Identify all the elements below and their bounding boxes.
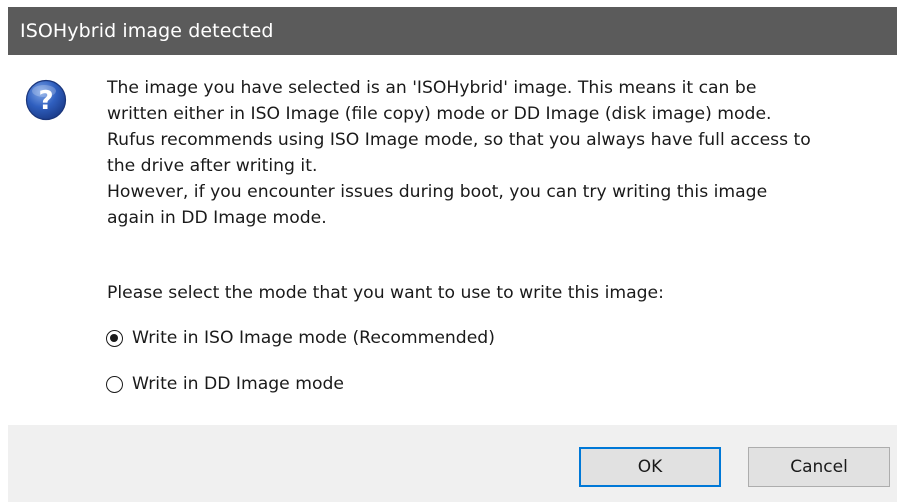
title-bar[interactable]: ISOHybrid image detected	[8, 7, 897, 55]
message-line: the drive after writing it.	[107, 156, 318, 176]
radio-iso-mode-label[interactable]: Write in ISO Image mode (Recommended)	[132, 325, 495, 351]
radio-button-checked[interactable]	[106, 329, 123, 347]
ok-button[interactable]: OK	[579, 447, 721, 487]
cancel-button[interactable]: Cancel	[748, 447, 890, 487]
message-line: again in DD Image mode.	[107, 208, 327, 228]
message-line: Rufus recommends using ISO Image mode, s…	[107, 130, 811, 150]
question-icon: ?	[25, 79, 67, 121]
message-line: The image you have selected is an 'ISOHy…	[107, 78, 757, 98]
radio-dd-mode-label[interactable]: Write in DD Image mode	[132, 371, 344, 397]
window-title: ISOHybrid image detected	[20, 20, 274, 42]
radio-button-unchecked[interactable]	[106, 375, 123, 393]
message-line: However, if you encounter issues during …	[107, 182, 768, 202]
radio-dd-mode[interactable]: Write in DD Image mode	[106, 371, 344, 397]
mode-prompt: Please select the mode that you want to …	[107, 283, 664, 303]
dialog-content: ? The image you have selected is an 'ISO…	[8, 55, 897, 425]
radio-iso-mode[interactable]: Write in ISO Image mode (Recommended)	[106, 325, 495, 351]
svg-text:?: ?	[38, 86, 53, 116]
dialog-message: The image you have selected is an 'ISOHy…	[107, 75, 887, 231]
message-line: written either in ISO Image (file copy) …	[107, 104, 772, 124]
dialog-window: ISOHybrid image detected ? The image you…	[0, 0, 901, 502]
button-bar: OK Cancel	[8, 425, 897, 502]
